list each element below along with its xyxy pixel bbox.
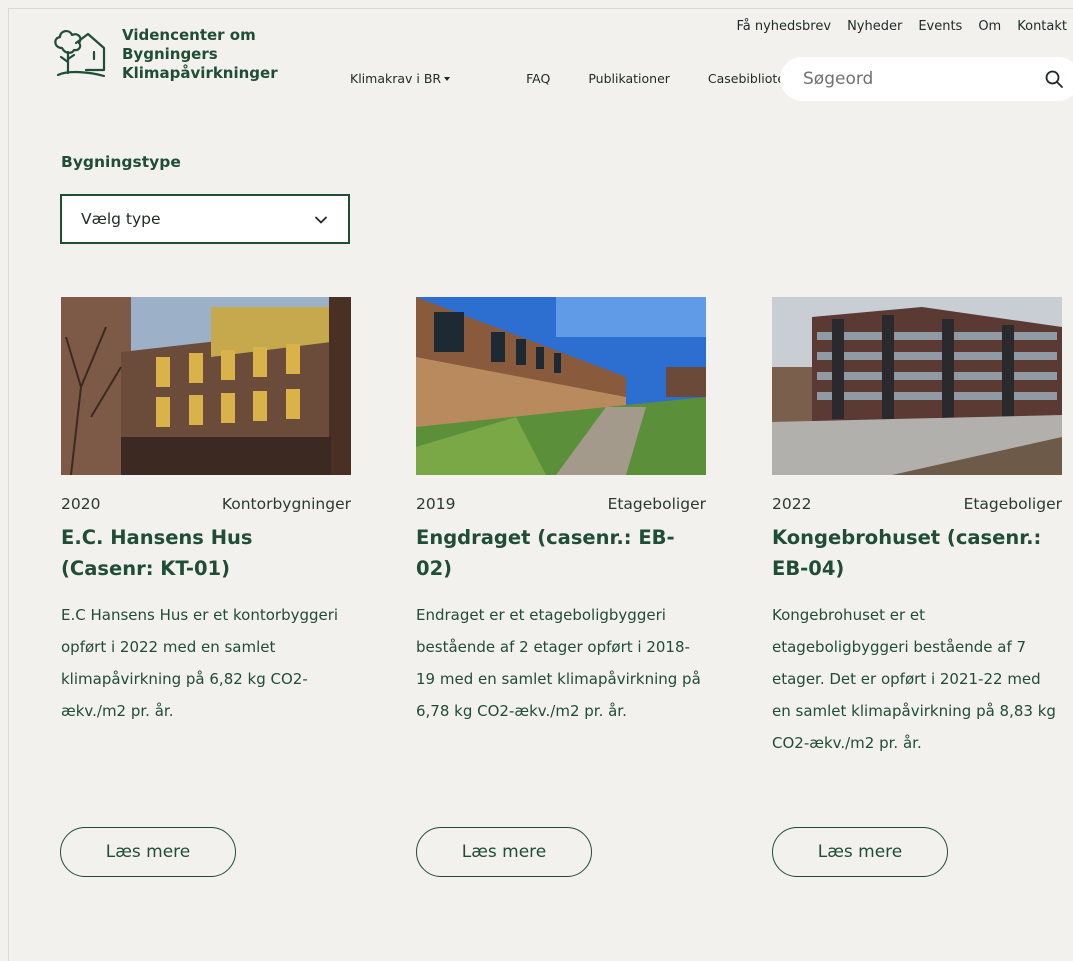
case-year: 2020: [61, 495, 101, 513]
case-description: Endraget er et etageboligbyggeri beståen…: [416, 606, 701, 720]
logo-line-2: Bygningers: [122, 45, 218, 63]
case-image-kongebrohuset[interactable]: [772, 297, 1062, 475]
search-icon[interactable]: [1044, 69, 1064, 89]
nav-about-link[interactable]: Om: [978, 19, 1001, 34]
search-input[interactable]: [801, 68, 1025, 90]
case-title[interactable]: Engdraget (casenr.: EB-02): [416, 522, 706, 584]
search-box: [780, 57, 1073, 101]
logo-text: Videncenter om Bygningers Klimapåvirknin…: [122, 26, 278, 83]
top-navigation: Få nyhedsbrev Nyheder Events Om Kontakt: [736, 19, 1067, 34]
nav-climate-requirements-label: Klimakrav i BR: [350, 71, 442, 86]
case-meta: 2019 Etageboliger: [416, 495, 706, 513]
case-building-type: Etageboliger: [607, 495, 706, 513]
nav-publications-link[interactable]: Publikationer: [588, 71, 670, 86]
nav-contact-link[interactable]: Kontakt: [1017, 19, 1067, 34]
case-card: 2019 Etageboliger Engdraget (casenr.: EB…: [416, 297, 706, 727]
read-more-button[interactable]: Læs mere: [416, 827, 592, 877]
case-image-ec-hansens-hus[interactable]: [61, 297, 351, 475]
case-meta: 2020 Kontorbygninger: [61, 495, 351, 513]
nav-climate-requirements-dropdown[interactable]: Klimakrav i BR: [350, 71, 488, 86]
building-type-select[interactable]: Vælg type: [60, 194, 350, 244]
case-year: 2019: [416, 495, 456, 513]
case-description: Kongebrohuset er et etageboligbyggeri be…: [772, 606, 1056, 752]
case-card: 2020 Kontorbygninger E.C. Hansens Hus (C…: [61, 297, 351, 727]
logo-line-1: Videncenter om: [122, 26, 256, 44]
site-logo[interactable]: Videncenter om Bygningers Klimapåvirknin…: [50, 26, 278, 84]
case-title[interactable]: Kongebrohuset (casenr.: EB-04): [772, 522, 1062, 584]
tree-house-logo-icon: [54, 30, 106, 78]
case-year: 2022: [772, 495, 812, 513]
nav-events-link[interactable]: Events: [918, 19, 962, 34]
case-building-type: Kontorbygninger: [221, 495, 351, 513]
nav-newsletter-link[interactable]: Få nyhedsbrev: [736, 19, 831, 34]
case-image-engdraget[interactable]: [416, 297, 706, 475]
logo-line-3: Klimapåvirkninger: [122, 64, 278, 82]
case-meta: 2022 Etageboliger: [772, 495, 1062, 513]
building-type-selected-value: Vælg type: [81, 210, 161, 228]
nav-faq-link[interactable]: FAQ: [526, 71, 550, 86]
case-card: 2022 Etageboliger Kongebrohuset (casenr.…: [772, 297, 1062, 759]
case-title[interactable]: E.C. Hansens Hus (Casenr: KT-01): [61, 522, 351, 584]
read-more-button[interactable]: Læs mere: [772, 827, 948, 877]
main-navigation: Klimakrav i BR FAQ Publikationer Casebib…: [350, 71, 830, 86]
building-type-label: Bygningstype: [61, 153, 181, 171]
case-building-type: Etageboliger: [963, 495, 1062, 513]
case-description: E.C Hansens Hus er et kontorbyggeri opfø…: [61, 606, 339, 720]
caret-down-icon: [444, 76, 451, 81]
chevron-down-icon: [315, 216, 327, 224]
nav-news-link[interactable]: Nyheder: [847, 19, 902, 34]
read-more-button[interactable]: Læs mere: [60, 827, 236, 877]
